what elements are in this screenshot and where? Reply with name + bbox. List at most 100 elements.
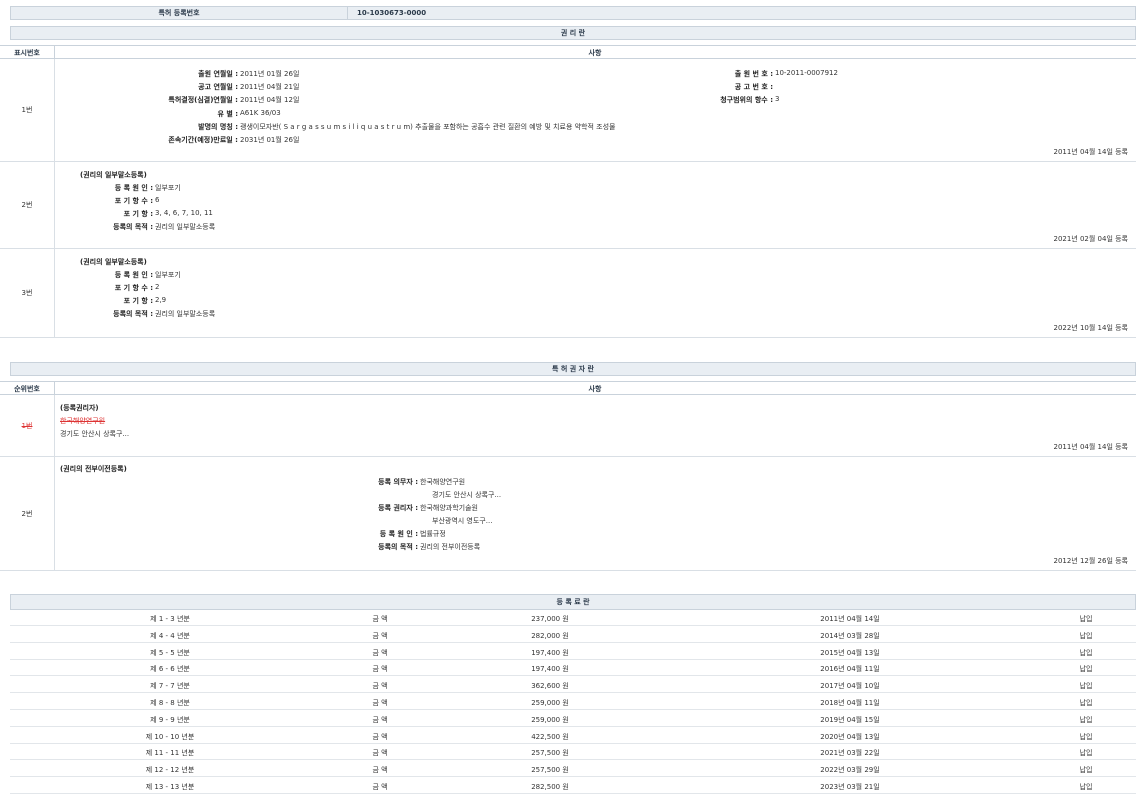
field-filing-date: 출원 연월일 :2011년 01월 26일 [240,69,299,79]
col-description: 사항 [54,382,1136,396]
field-new-holder: 등록 권리자 :한국해양과학기술원 [420,503,478,513]
rights-section-title: 권 리 란 [10,26,1136,40]
fee-amount: 237,000 원 [531,612,569,626]
fee-amount: 422,500 원 [531,730,569,744]
fee-status: 납입 [1080,763,1093,777]
registration-date: 2012년 12월 26일 등록 [1053,556,1128,566]
entry-heading: (권리의 전부이전등록) [60,464,127,474]
fee-status: 납입 [1080,662,1093,676]
fee-amount: 197,400 원 [531,662,569,676]
fee-amount-label: 금 액 [372,629,387,643]
field-waived-claims: 포 기 항 :3, 4, 6, 7, 10, 11 [155,209,213,217]
field-decision-date: 특허결정(심결)연월일 :2011년 04월 12일 [240,95,299,105]
fee-year: 제 11 - 11 년분 [146,746,195,760]
field-cause: 등 록 원 인 :일부포기 [155,270,181,280]
registration-date: 2022년 10월 14일 등록 [1053,323,1128,333]
field-invention-title: 발명의 명칭 :괭생이모자반( S a r g a s s u m s i l … [240,122,615,132]
fee-row: 제 12 - 12 년분 금 액 257,500 원 2022년 03월 29일 납입 [10,763,1136,777]
fee-year: 제 4 - 4 년분 [150,629,190,643]
fee-paid-date: 2018년 04월 11일 [820,696,879,710]
registration-date: 2011년 04월 14일 등록 [1053,442,1128,452]
fee-paid-date: 2022년 03월 29일 [820,763,879,777]
field-waived-claims: 포 기 항 :2,9 [155,296,166,304]
field-obligor: 등록 의무자 :한국해양연구원 [420,477,465,487]
fee-amount-label: 금 액 [372,612,387,626]
entry-number: 2번 [0,200,54,210]
fee-amount-label: 금 액 [372,763,387,777]
fee-status: 납입 [1080,730,1093,744]
fee-row: 제 5 - 5 년분금 액197,400 원2015년 04월 13일납입 [10,646,1136,660]
fee-year: 제 10 - 10 년분 [146,730,195,744]
field-expiry-date: 존속기간(예정)만료일 :2031년 01월 26일 [240,135,299,145]
fee-amount: 259,000 원 [531,696,569,710]
holder-column-header: 순위번호 사항 [0,381,1136,395]
fee-section-title: 등 록 료 란 [10,594,1136,610]
fee-row: 제 7 - 7 년분금 액362,600 원2017년 04월 10일납입 [10,679,1136,693]
fee-row: 제 8 - 8 년분 금 액 259,000 원 2018년 04월 11일 납입 [10,696,1136,710]
new-holder-address: 부산광역시 영도구... [432,516,492,526]
field-waived-count: 포 기 항 수 :2 [155,283,159,291]
holder-entry-2: 2번 (권리의 전부이전등록) 등록 의무자 :한국해양연구원 경기도 안산시 … [0,457,1136,571]
col-rank-number: 순위번호 [0,382,55,394]
entry-number: 3번 [0,288,54,298]
fee-paid-date: 2017년 04월 10일 [820,679,879,693]
fee-amount: 282,500 원 [531,780,569,794]
fee-status: 납입 [1080,612,1093,626]
fee-status: 납입 [1080,780,1093,794]
fee-amount-label: 금 액 [372,730,387,744]
fee-amount: 259,000 원 [531,713,569,727]
holder-entry-1: 1번 (등록권리자) 한국해양연구원 경기도 안산시 상록구... 2011년 … [0,395,1136,457]
fee-year: 제 12 - 12 년분 [146,763,195,777]
fee-row: 제 6 - 6 년분금 액197,400 원2016년 04월 11일납입 [10,662,1136,676]
fee-paid-date: 2011년 04월 14일 [820,612,879,626]
fee-row: 제 10 - 10 년분금 액422,500 원2020년 04월 13일납입 [10,730,1136,744]
fee-amount-label: 금 액 [372,646,387,660]
holder-section-title: 특 허 권 자 란 [10,362,1136,376]
fee-status: 납입 [1080,746,1093,760]
fee-status: 납입 [1080,646,1093,660]
fee-paid-date: 2019년 04월 15일 [820,713,879,727]
fee-amount-label: 금 액 [372,696,387,710]
entry-number: 1번 [0,421,54,431]
fee-row: 제 11 - 11 년분금 액257,500 원2021년 03월 22일납입 [10,746,1136,760]
field-application-number: 출 원 번 호 :10-2011-0007912 [775,69,838,77]
obligor-address: 경기도 안산시 상록구... [432,490,501,500]
fee-amount-label: 금 액 [372,780,387,794]
entry-heading: (권리의 일부말소등록) [80,257,147,267]
fee-year: 제 7 - 7 년분 [150,679,190,693]
entry-heading: (권리의 일부말소등록) [80,170,147,180]
fee-status: 납입 [1080,629,1093,643]
fee-amount-label: 금 액 [372,713,387,727]
registration-number-bar: 특허 등록번호 10-1030673-0000 [10,6,1136,20]
fee-status: 납입 [1080,696,1093,710]
registration-value: 10-1030673-0000 [357,7,426,19]
registration-label: 특허 등록번호 [11,7,348,19]
holder-name: 한국해양연구원 [60,416,105,426]
fee-amount: 197,400 원 [531,646,569,660]
rights-entry-3: 3번 (권리의 일부말소등록) 등 록 원 인 :일부포기 포 기 항 수 :2… [0,249,1136,338]
fee-paid-date: 2015년 04월 13일 [820,646,879,660]
fee-row: 제 13 - 13 년분 금 액 282,500 원 2023년 03월 21일 납입 [10,780,1136,794]
fee-paid-date: 2021년 03월 22일 [820,746,879,760]
fee-year: 제 8 - 8 년분 [150,696,190,710]
fee-row: 제 1 - 3 년분 금 액 237,000 원 2011년 04월 14일 납입 [10,612,1136,626]
fee-year: 제 13 - 13 년분 [146,780,195,794]
registration-date: 2011년 04월 14일 등록 [1053,147,1128,157]
fee-amount: 282,000 원 [531,629,569,643]
fee-row: 제 9 - 9 년분금 액259,000 원2019년 04월 15일납입 [10,713,1136,727]
rights-entry-2: 2번 (권리의 일부말소등록) 등 록 원 인 :일부포기 포 기 항 수 :6… [0,162,1136,249]
registration-date: 2021년 02월 04일 등록 [1053,234,1128,244]
rights-column-header: 표시번호 사항 [0,45,1136,59]
fee-amount-label: 금 액 [372,679,387,693]
fee-amount: 257,500 원 [531,763,569,777]
col-description: 사항 [54,46,1136,60]
entry-heading: (등록권리자) [60,403,99,413]
field-claims-count: 청구범위의 항수 :3 [775,95,779,103]
entry-number: 1번 [0,105,54,115]
fee-amount-label: 금 액 [372,662,387,676]
fee-paid-date: 2023년 03월 21일 [820,780,879,794]
fee-year: 제 1 - 3 년분 [150,612,190,626]
fee-amount-label: 금 액 [372,746,387,760]
fee-status: 납입 [1080,679,1093,693]
field-purpose: 등록의 목적 :권리의 전부이전등록 [420,542,480,552]
